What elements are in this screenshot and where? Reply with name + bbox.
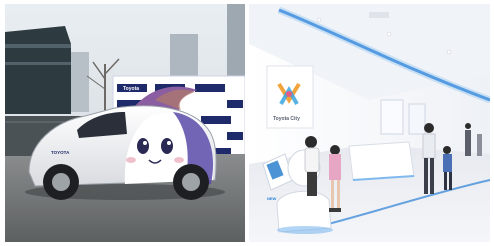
reception-desk — [348, 141, 415, 181]
logo-panel: Toyota City — [266, 65, 314, 129]
kiosk-label: NEW — [267, 196, 277, 201]
display-panel — [380, 99, 404, 135]
glass-structure — [5, 26, 71, 114]
car-badge: TOYOTA — [51, 150, 70, 155]
interior-scene: Toyota City NEW — [249, 4, 490, 242]
mascot-eye-right — [161, 138, 173, 154]
mascot-eye-left — [137, 138, 149, 154]
right-photo-showroom-interior: Toyota City NEW — [249, 4, 490, 242]
logo-text: Toyota City — [273, 116, 300, 122]
photo-collage: Toyota TOYOTA Toyota City NEW — [0, 0, 494, 246]
left-photo-car-exhibit: Toyota TOYOTA — [5, 4, 245, 242]
banner-text: Toyota — [123, 86, 139, 92]
person-background — [465, 130, 471, 156]
vent — [369, 12, 389, 18]
building — [71, 52, 89, 112]
car-scene: Toyota TOYOTA — [5, 4, 245, 242]
